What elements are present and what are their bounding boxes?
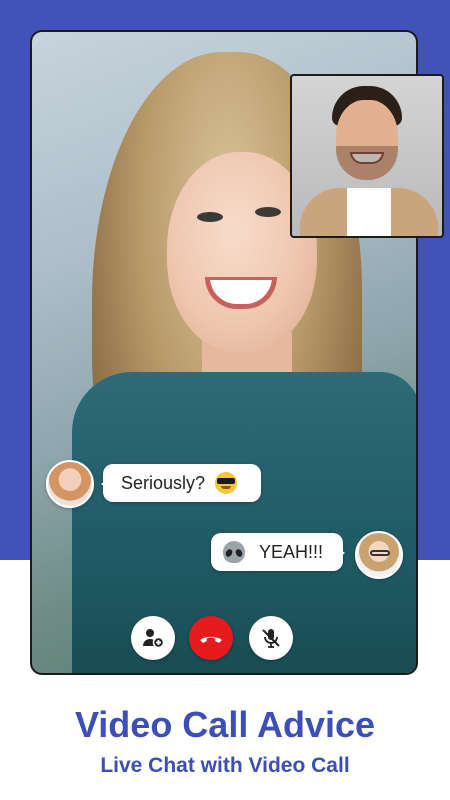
add-user-button[interactable] <box>131 616 175 660</box>
self-view-beard <box>336 146 398 180</box>
sunglasses-emoji-icon <box>215 472 238 494</box>
remote-smile <box>205 277 277 309</box>
glasses-icon <box>370 550 390 556</box>
promo-screen: Seriously? YEAH!!! Video Call Advice Liv… <box>0 0 450 800</box>
remote-video-shirt <box>72 372 416 673</box>
self-view-video[interactable] <box>290 74 444 238</box>
mute-microphone-icon <box>262 629 280 648</box>
alien-emoji-icon <box>223 541 245 563</box>
end-call-button[interactable] <box>189 616 233 660</box>
incoming-chat-bubble: Seriously? <box>101 464 261 502</box>
remote-eye-left <box>197 212 223 222</box>
incoming-sender-avatar <box>46 460 94 508</box>
self-view-tshirt <box>347 188 391 236</box>
page-subtitle: Live Chat with Video Call <box>100 754 350 777</box>
page-title: Video Call Advice <box>74 704 376 745</box>
outgoing-message-text: YEAH!!! <box>259 541 324 562</box>
remote-eye-right <box>255 207 281 217</box>
end-call-icon <box>200 636 222 643</box>
add-user-icon <box>143 629 165 649</box>
outgoing-sender-avatar <box>355 531 403 579</box>
incoming-message-text: Seriously? <box>121 472 206 493</box>
mute-microphone-button[interactable] <box>249 616 293 660</box>
outgoing-chat-bubble: YEAH!!! <box>211 533 345 571</box>
